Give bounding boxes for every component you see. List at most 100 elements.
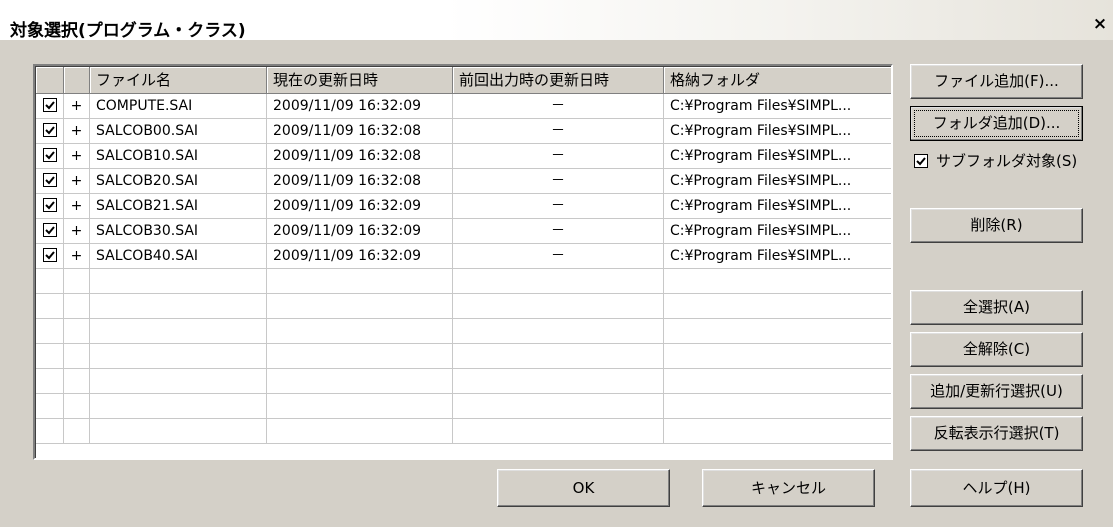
row-checkbox[interactable] xyxy=(36,269,64,294)
help-button[interactable]: ヘルプ(H) xyxy=(910,469,1083,507)
cancel-label: キャンセル xyxy=(750,479,826,497)
add-file-button[interactable]: ファイル追加(F)... xyxy=(910,64,1083,99)
row-checkbox[interactable] xyxy=(36,394,64,419)
checkbox-checked-icon[interactable] xyxy=(42,98,57,112)
add-folder-button[interactable]: フォルダ追加(D)... xyxy=(910,106,1083,141)
row-mark xyxy=(64,419,90,444)
row-folder xyxy=(664,369,891,394)
checkbox-checked-icon[interactable] xyxy=(42,173,57,187)
row-previous-date: － xyxy=(453,194,664,219)
row-filename xyxy=(90,369,267,394)
row-mark: + xyxy=(64,144,90,169)
row-previous-date xyxy=(453,419,664,444)
row-mark xyxy=(64,369,90,394)
row-current-date: 2009/11/09 16:32:08 xyxy=(267,119,453,144)
table-row[interactable]: + COMPUTE.SAI 2009/11/09 16:32:09 － C:¥Progr… xyxy=(36,94,891,119)
select-highlighted-rows-button[interactable]: 反転表示行選択(T) xyxy=(910,416,1083,451)
row-current-date: 2009/11/09 16:32:09 xyxy=(267,94,453,119)
close-icon[interactable]: × xyxy=(1090,14,1110,34)
table-row[interactable]: + SALCOB20.SAI 2009/11/09 16:32:08 － C:¥Prog… xyxy=(36,169,891,194)
table-row[interactable]: + SALCOB10.SAI 2009/11/09 16:32:08 － C:¥Prog… xyxy=(36,144,891,169)
row-checkbox[interactable] xyxy=(36,144,64,169)
table-row[interactable]: + SALCOB21.SAI 2009/11/09 16:32:09 － C:¥Prog… xyxy=(36,194,891,219)
row-filename xyxy=(90,394,267,419)
row-folder: C:¥Program Files¥SIMPL... xyxy=(664,194,891,219)
row-current-date xyxy=(267,319,453,344)
row-folder xyxy=(664,419,891,444)
row-folder: C:¥Program Files¥SIMPL... xyxy=(664,144,891,169)
table-row[interactable]: + SALCOB30.SAI 2009/11/09 16:32:09 － C:¥Prog… xyxy=(36,219,891,244)
row-folder: C:¥Program Files¥SIMPL... xyxy=(664,119,891,144)
add-file-label: ファイル追加(F)... xyxy=(934,72,1059,90)
header-folder[interactable]: 格納フォルダ xyxy=(664,67,891,94)
checkbox-checked-icon[interactable] xyxy=(42,223,57,237)
row-filename xyxy=(90,344,267,369)
grid-inner: ファイル名 現在の更新日時 前回出力時の更新日時 格納フォルダ + COMPUTE… xyxy=(35,66,891,458)
file-grid[interactable]: ファイル名 現在の更新日時 前回出力時の更新日時 格納フォルダ + COMPUTE… xyxy=(33,64,893,460)
row-previous-date xyxy=(453,394,664,419)
checkbox-checked-icon[interactable] xyxy=(42,148,57,162)
row-checkbox[interactable] xyxy=(36,244,64,269)
header-previous-date[interactable]: 前回出力時の更新日時 xyxy=(453,67,664,94)
row-checkbox[interactable] xyxy=(36,119,64,144)
row-filename xyxy=(90,419,267,444)
empty-row xyxy=(36,269,891,294)
title-bar: 対象選択(プログラム・クラス) × xyxy=(0,0,1113,41)
header-current-date[interactable]: 現在の更新日時 xyxy=(267,67,453,94)
row-current-date xyxy=(267,269,453,294)
add-folder-label: フォルダ追加(D)... xyxy=(932,114,1061,132)
row-filename: SALCOB40.SAI xyxy=(90,244,267,269)
row-current-date xyxy=(267,369,453,394)
row-checkbox[interactable] xyxy=(36,194,64,219)
row-folder xyxy=(664,319,891,344)
ok-label: OK xyxy=(572,479,595,497)
row-current-date xyxy=(267,294,453,319)
help-label: ヘルプ(H) xyxy=(962,479,1031,497)
row-previous-date xyxy=(453,269,664,294)
subfolder-check-icon[interactable] xyxy=(914,153,928,168)
row-checkbox[interactable] xyxy=(36,219,64,244)
row-folder: C:¥Program Files¥SIMPL... xyxy=(664,169,891,194)
row-checkbox[interactable] xyxy=(36,294,64,319)
row-mark: + xyxy=(64,119,90,144)
checkbox-checked-icon[interactable] xyxy=(42,248,57,262)
header-mark[interactable] xyxy=(64,67,90,94)
row-checkbox[interactable] xyxy=(36,419,64,444)
row-checkbox[interactable] xyxy=(36,94,64,119)
row-checkbox[interactable] xyxy=(36,369,64,394)
row-previous-date: － xyxy=(453,219,664,244)
select-added-rows-button[interactable]: 追加/更新行選択(U) xyxy=(910,374,1083,409)
table-row[interactable]: + SALCOB40.SAI 2009/11/09 16:32:09 － C:¥Prog… xyxy=(36,244,891,269)
row-filename: SALCOB00.SAI xyxy=(90,119,267,144)
select-all-button[interactable]: 全選択(A) xyxy=(910,290,1083,325)
row-previous-date xyxy=(453,344,664,369)
row-current-date: 2009/11/09 16:32:08 xyxy=(267,144,453,169)
header-filename[interactable]: ファイル名 xyxy=(90,67,267,94)
row-folder xyxy=(664,344,891,369)
checkbox-checked-icon[interactable] xyxy=(42,123,57,137)
row-current-date: 2009/11/09 16:32:08 xyxy=(267,169,453,194)
row-filename: SALCOB10.SAI xyxy=(90,144,267,169)
deselect-all-label: 全解除(C) xyxy=(962,340,1031,358)
row-filename xyxy=(90,269,267,294)
checkbox-checked-icon[interactable] xyxy=(42,198,57,212)
ok-button[interactable]: OK xyxy=(497,469,670,507)
deselect-all-button[interactable]: 全解除(C) xyxy=(910,332,1083,367)
row-current-date xyxy=(267,344,453,369)
row-current-date: 2009/11/09 16:32:09 xyxy=(267,244,453,269)
row-filename: SALCOB21.SAI xyxy=(90,194,267,219)
row-checkbox[interactable] xyxy=(36,169,64,194)
row-checkbox[interactable] xyxy=(36,319,64,344)
row-checkbox[interactable] xyxy=(36,344,64,369)
empty-row xyxy=(36,394,891,419)
row-mark xyxy=(64,294,90,319)
cancel-button[interactable]: キャンセル xyxy=(702,469,875,507)
table-row[interactable]: + SALCOB00.SAI 2009/11/09 16:32:08 － C:¥Prog… xyxy=(36,119,891,144)
row-previous-date: － xyxy=(453,169,664,194)
row-mark xyxy=(64,319,90,344)
header-check[interactable] xyxy=(36,67,64,94)
row-previous-date xyxy=(453,369,664,394)
delete-button[interactable]: 削除(R) xyxy=(910,208,1083,243)
row-current-date: 2009/11/09 16:32:09 xyxy=(267,219,453,244)
subfolder-checkbox[interactable]: サブフォルダ対象(S) xyxy=(914,150,1077,171)
